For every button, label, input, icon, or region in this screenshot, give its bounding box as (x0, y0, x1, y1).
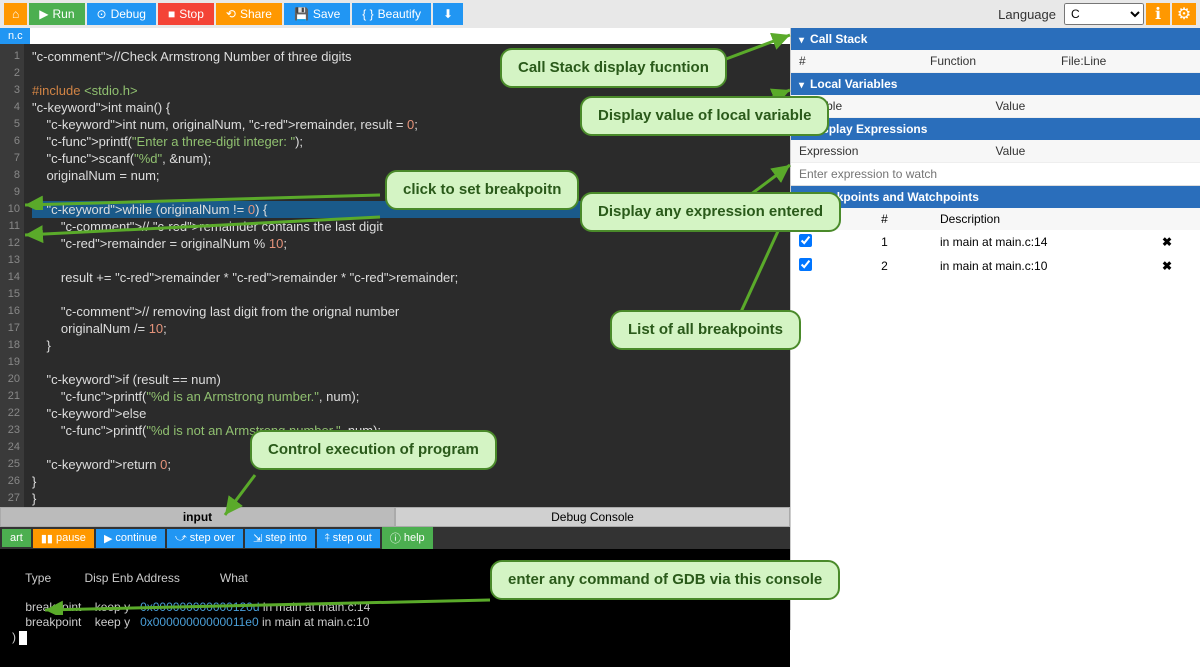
panel-locals-header[interactable]: Local Variables (791, 73, 1200, 95)
tab-input[interactable]: input (0, 507, 395, 527)
save-button[interactable]: 💾 Save (284, 3, 350, 25)
home-icon: ⌂ (12, 7, 19, 21)
locals-cols: Variable Value (791, 95, 1200, 118)
breakpoint-delete[interactable]: ✖ (1162, 235, 1192, 249)
language-label: Language (998, 7, 1056, 22)
stop-label: Stop (179, 7, 204, 21)
console-prompt: ) (12, 630, 19, 644)
file-tab[interactable]: n.c (0, 28, 30, 44)
breakpoint-num: 2 (829, 259, 940, 273)
top-toolbar: ⌂ ▶ Run ⊙ Debug ■ Stop ⟲ Share 💾 Save { } Beau… (0, 0, 1200, 28)
start-button[interactable]: art (2, 529, 31, 547)
save-label: Save (313, 7, 340, 21)
step-into-button[interactable]: ⇲step into (245, 529, 315, 548)
callout-expressions: Display any expression entered (580, 192, 841, 232)
beautify-label: Beautify (378, 7, 421, 21)
console-header: Type Disp Enb Address What (12, 571, 248, 585)
help-icon: ⓘ (390, 530, 401, 546)
step-over-icon: ⤻ (175, 532, 187, 545)
breakpoint-num: 1 (829, 235, 940, 249)
step-out-icon: ⤉ (325, 532, 330, 545)
panel-expressions-header[interactable]: Display Expressions (791, 118, 1200, 140)
share-label: Share (240, 7, 272, 21)
panel-breakpoints-header[interactable]: Breakpoints and Watchpoints (791, 186, 1200, 208)
breakpoint-row: 2 in main at main.c:10 ✖ (791, 254, 1200, 278)
step-into-icon: ⇲ (253, 532, 262, 545)
breakpoints-cols: # Description (791, 208, 1200, 230)
pause-icon: ▮▮ (41, 532, 53, 545)
gear-icon[interactable]: ⚙ (1172, 3, 1196, 25)
language-select[interactable]: C (1064, 3, 1144, 25)
callout-breakpoint: click to set breakpoitn (385, 170, 579, 210)
callout-bplist: List of all breakpoints (610, 310, 801, 350)
callout-callstack: Call Stack display fucntion (500, 48, 727, 88)
play-icon: ▶ (39, 7, 48, 21)
run-label: Run (52, 7, 74, 21)
info-icon[interactable]: ℹ (1146, 3, 1170, 25)
debug-label: Debug (111, 7, 146, 21)
tab-debug-console[interactable]: Debug Console (395, 507, 790, 527)
expression-input[interactable] (791, 163, 1200, 186)
line-gutter[interactable]: 1234567891011121314151617181920212223242… (0, 44, 24, 507)
debug-toolbar: art ▮▮pause ▶continue ⤻step over ⇲step i… (0, 527, 790, 549)
play-icon: ▶ (104, 532, 112, 545)
breakpoint-delete[interactable]: ✖ (1162, 259, 1192, 273)
braces-icon: { } (362, 7, 373, 21)
download-button[interactable]: ⬇ (433, 3, 463, 25)
bug-icon: ⊙ (97, 7, 107, 21)
right-panel: Call Stack # Function File:Line Local Va… (790, 28, 1200, 630)
download-icon: ⬇ (443, 7, 453, 21)
breakpoint-row: 1 in main at main.c:14 ✖ (791, 230, 1200, 254)
step-over-button[interactable]: ⤻step over (167, 529, 243, 548)
share-button[interactable]: ⟲ Share (216, 3, 282, 25)
console-cursor[interactable] (19, 631, 27, 645)
beautify-button[interactable]: { } Beautify (352, 3, 431, 25)
callout-locals: Display value of local variable (580, 96, 829, 136)
breakpoint-desc: in main at main.c:14 (940, 235, 1162, 249)
stop-button[interactable]: ■ Stop (158, 3, 214, 25)
run-button[interactable]: ▶ Run (29, 3, 84, 25)
continue-button[interactable]: ▶continue (96, 529, 165, 548)
expressions-cols: Expression Value (791, 140, 1200, 163)
chevron-down-icon (799, 77, 804, 91)
debug-button[interactable]: ⊙ Debug (87, 3, 156, 25)
callout-gdb: enter any command of GDB via this consol… (490, 560, 840, 600)
breakpoint-checkbox[interactable] (799, 234, 812, 247)
step-out-button[interactable]: ⤉step out (317, 529, 380, 548)
save-icon: 💾 (294, 7, 309, 21)
home-button[interactable]: ⌂ (4, 3, 27, 25)
help-button[interactable]: ⓘhelp (382, 527, 433, 549)
breakpoint-desc: in main at main.c:10 (940, 259, 1162, 273)
share-icon: ⟲ (226, 7, 236, 21)
chevron-down-icon (799, 32, 804, 46)
breakpoint-checkbox[interactable] (799, 258, 812, 271)
panel-callstack-header[interactable]: Call Stack (791, 28, 1200, 50)
callstack-cols: # Function File:Line (791, 50, 1200, 73)
pause-button[interactable]: ▮▮pause (33, 529, 94, 548)
stop-icon: ■ (168, 7, 175, 21)
callout-control: Control execution of program (250, 430, 497, 470)
